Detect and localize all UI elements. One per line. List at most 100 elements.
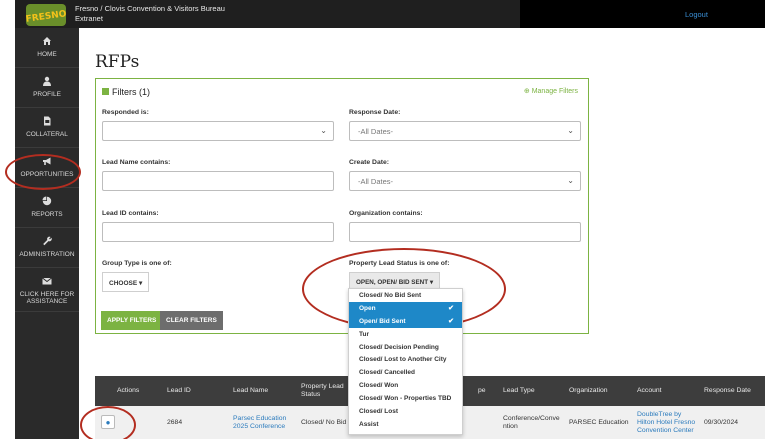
lead-name-label: Lead Name contains:	[102, 159, 171, 166]
responded-label: Responded is:	[102, 109, 149, 116]
sidebar-item-collateral[interactable]: COLLATERAL	[15, 108, 79, 148]
status-option[interactable]: Closed/ Won - Properties TBD	[349, 392, 462, 405]
org-name-line2: Extranet	[75, 14, 103, 23]
group-type-label: Group Type is one of:	[102, 260, 172, 267]
responded-select[interactable]: ⌄	[102, 121, 334, 141]
cell-lead-type: Conference/Convention	[503, 414, 560, 430]
filters-panel: Filters (1) ⊕ Manage Filters Responded i…	[95, 78, 589, 334]
sidebar-item-home[interactable]: HOME	[15, 28, 79, 68]
clear-filters-button[interactable]: CLEAR FILTERS	[160, 311, 223, 330]
manage-filters-label: Manage Filters	[531, 88, 578, 95]
th-account[interactable]: Account	[637, 376, 662, 406]
sidebar-item-label: ADMINISTRATION	[19, 251, 75, 258]
org-name-line1: Fresno / Clovis Convention & Visitors Bu…	[75, 4, 225, 13]
status-option-label: Tur	[359, 330, 369, 338]
status-option-label: Closed/ Lost	[359, 408, 399, 416]
sidebar-item-label: REPORTS	[31, 211, 63, 218]
main-content: RFPs Filters (1) ⊕ Manage Filters Respon…	[79, 28, 765, 439]
status-option[interactable]: Open/ Bid Sent ✔	[349, 314, 462, 328]
status-option[interactable]: Closed/ Won	[349, 379, 462, 392]
fresno-logo[interactable]: FRESNO	[23, 2, 75, 28]
lead-id-input[interactable]	[102, 222, 334, 242]
eye-icon: ●	[105, 417, 111, 427]
sidebar-item-label: HOME	[37, 51, 57, 58]
filters-header[interactable]: Filters (1)	[102, 87, 150, 97]
status-option[interactable]: Closed/ Decision Pending	[349, 341, 462, 354]
cell-organization: PARSEC Education	[569, 418, 629, 426]
status-label: Property Lead Status is one of:	[349, 260, 450, 267]
sidebar-item-reports[interactable]: REPORTS	[15, 188, 79, 228]
sidebar-item-label: PROFILE	[33, 91, 61, 98]
cell-status: Closed/ No Bid S	[301, 418, 353, 426]
cell-lead-id: 2684	[167, 418, 183, 426]
status-option[interactable]: Assist	[349, 418, 462, 431]
status-dropdown-menu: Closed/ No Bid Sent Open ✔ Open/ Bid Sent…	[348, 288, 463, 435]
status-option[interactable]: Closed/ Cancelled	[349, 366, 462, 379]
response-date-select[interactable]: -All Dates- ⌄	[349, 121, 581, 141]
th-lead-id[interactable]: Lead ID	[167, 376, 191, 406]
response-date-label: Response Date:	[349, 109, 401, 116]
megaphone-icon	[43, 157, 51, 165]
status-option-label: Assist	[359, 420, 379, 428]
page-title: RFPs	[95, 52, 140, 72]
th-organization[interactable]: Organization	[569, 376, 608, 406]
organization-label: Organization contains:	[349, 210, 423, 217]
sidebar-item-administration[interactable]: ADMINISTRATION	[15, 228, 79, 268]
org-name: Fresno / Clovis Convention & Visitors Bu…	[75, 4, 225, 24]
sidebar-item-label: OPPORTUNITIES	[20, 171, 74, 178]
file-icon	[44, 116, 51, 126]
status-option[interactable]: Closed/ Lost to Another City	[349, 353, 462, 366]
th-actions[interactable]: Actions	[117, 376, 139, 406]
left-margin	[0, 0, 15, 439]
th-property-lead-status[interactable]: Property Lead Status	[301, 376, 351, 406]
chevron-down-icon: ⌄	[320, 126, 327, 135]
lead-name-input[interactable]	[102, 171, 334, 191]
cell-response-date: 09/30/2024	[704, 418, 739, 426]
plus-circle-icon: ⊕	[523, 88, 530, 95]
sidebar-item-label: COLLATERAL	[26, 131, 68, 138]
group-type-choose-button[interactable]: CHOOSE ▾	[102, 272, 150, 292]
status-value: OPEN, OPEN/ BID SENT	[356, 279, 429, 286]
th-lead-name[interactable]: Lead Name	[233, 376, 268, 406]
sidebar-item-opportunities[interactable]: OPPORTUNITIES	[15, 148, 79, 188]
status-option-label: Closed/ Decision Pending	[359, 343, 439, 351]
top-bar-right	[520, 0, 765, 28]
choose-label: CHOOSE	[109, 280, 138, 287]
sidebar-item-label: CLICK HERE FOR ASSISTANCE	[19, 291, 75, 305]
cell-account[interactable]: DoubleTree by Hilton Hotel Fresno Conven…	[637, 406, 699, 439]
th-response-date[interactable]: Response Date	[704, 376, 751, 406]
create-date-select[interactable]: -All Dates- ⌄	[349, 171, 581, 191]
status-option[interactable]: Closed/ No Bid Sent	[349, 289, 462, 302]
manage-filters-link[interactable]: ⊕ Manage Filters	[524, 87, 578, 95]
apply-filters-button[interactable]: APPLY FILTERS	[101, 311, 163, 330]
status-option[interactable]: Open ✔	[349, 301, 462, 315]
chevron-down-icon: ⌄	[567, 176, 574, 185]
chevron-down-icon: ⌄	[567, 126, 574, 135]
status-option-label: Closed/ Won - Properties TBD	[359, 395, 452, 403]
status-option-label: Closed/ Cancelled	[359, 369, 415, 377]
pie-chart-icon	[42, 196, 52, 206]
top-bar: FRESNO Fresno / Clovis Convention & Visi…	[15, 0, 765, 28]
status-option-label: Closed/ Won	[359, 382, 399, 390]
home-icon	[43, 37, 51, 45]
status-option-label: Open	[359, 304, 376, 312]
th-type-partial[interactable]: pe	[478, 376, 486, 406]
logout-link[interactable]: Logout	[685, 10, 708, 19]
organization-input[interactable]	[349, 222, 581, 242]
check-icon: ✔	[448, 304, 454, 312]
cell-lead-name[interactable]: Parsec Education 2025 Conference	[233, 406, 293, 439]
th-lead-type[interactable]: Lead Type	[503, 376, 535, 406]
create-date-label: Create Date:	[349, 159, 390, 166]
view-button[interactable]: ●	[101, 415, 115, 429]
sidebar-item-assistance[interactable]: CLICK HERE FOR ASSISTANCE	[15, 268, 79, 312]
filters-title: Filters	[112, 87, 137, 97]
check-icon: ✔	[448, 317, 454, 325]
sidebar-item-profile[interactable]: PROFILE	[15, 68, 79, 108]
status-option[interactable]: Tur	[349, 328, 462, 341]
collapse-icon	[102, 88, 109, 95]
status-option-label: Closed/ Lost to Another City	[359, 356, 447, 364]
sidebar: HOME PROFILE COLLATERAL OPPORTUNITIES RE…	[15, 28, 79, 439]
filters-count: (1)	[139, 87, 151, 97]
status-option[interactable]: Closed/ Lost	[349, 405, 462, 418]
envelope-icon	[42, 277, 52, 285]
